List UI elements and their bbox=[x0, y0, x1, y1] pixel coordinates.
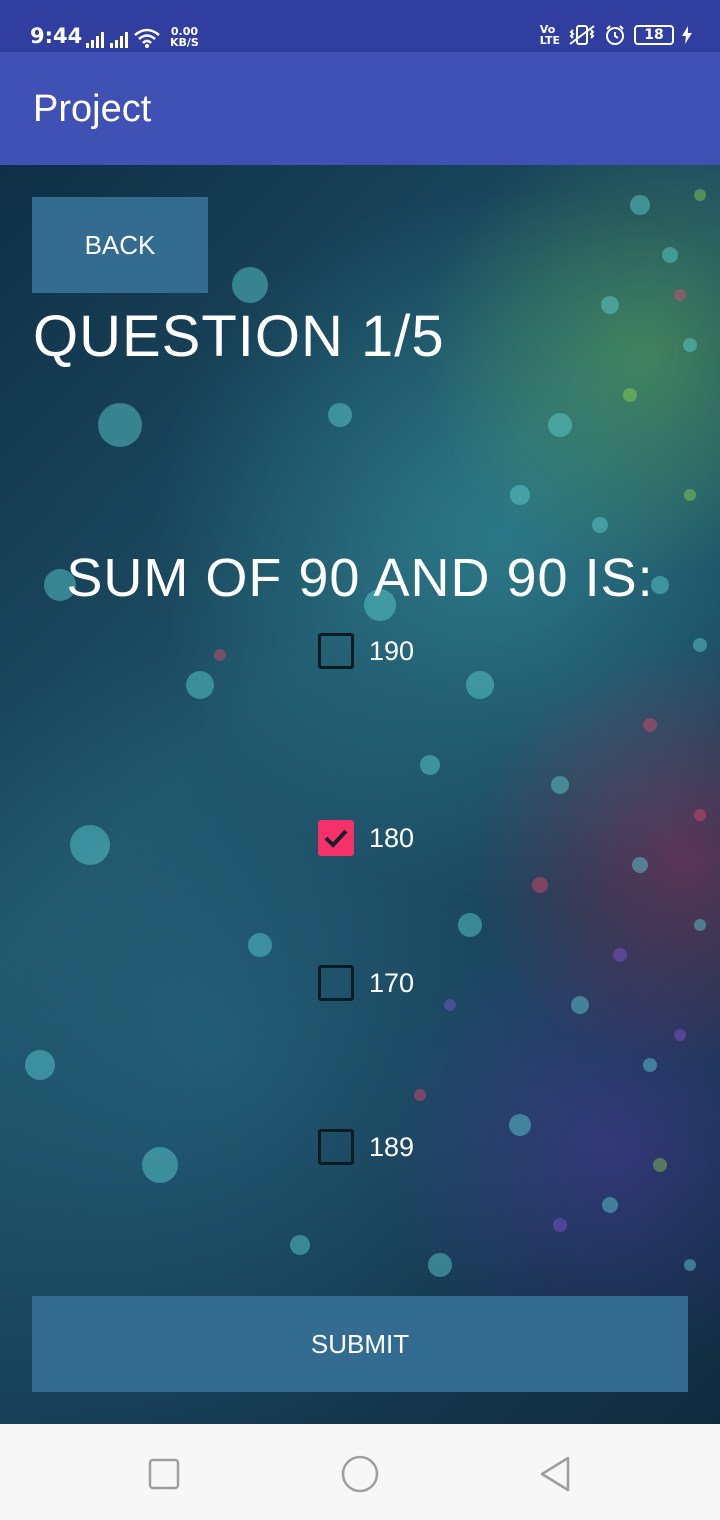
status-bar: 9:44 0.00 KB/S Vo LTE 18 bbox=[0, 0, 720, 52]
option-label: 180 bbox=[369, 822, 415, 853]
check-icon bbox=[324, 829, 348, 848]
alarm-icon bbox=[606, 25, 624, 45]
back-button[interactable]: BACK bbox=[32, 197, 208, 293]
quiz-content: BACK QUESTION 1/5 SUM OF 90 AND 90 IS: 1… bbox=[0, 165, 720, 1424]
question-counter: QUESTION 1/5 bbox=[33, 304, 445, 369]
status-left-icons: 0.00 KB/S bbox=[86, 24, 199, 48]
checkbox[interactable] bbox=[318, 965, 354, 1001]
net-speed: 0.00 KB/S bbox=[170, 26, 199, 48]
circle-icon[interactable] bbox=[340, 1454, 380, 1494]
vibrate-icon bbox=[569, 25, 595, 45]
net-speed-unit: KB/S bbox=[170, 36, 199, 49]
status-time: 9:44 bbox=[30, 24, 83, 48]
navigation-bar bbox=[0, 1424, 720, 1520]
app-title: Project bbox=[33, 88, 152, 130]
volte-icon: Vo LTE bbox=[540, 24, 560, 46]
square-icon[interactable] bbox=[144, 1454, 184, 1494]
option-label: 170 bbox=[369, 967, 415, 998]
signal-2-icon bbox=[110, 30, 128, 48]
app-bar: Project bbox=[0, 52, 720, 165]
triangle-back-icon[interactable] bbox=[536, 1454, 576, 1494]
battery-icon: 18 bbox=[634, 25, 674, 45]
volte-bottom: LTE bbox=[539, 34, 560, 47]
question-text: SUM OF 90 AND 90 IS: bbox=[66, 548, 654, 608]
signal-1-icon bbox=[86, 30, 104, 48]
status-right-icons: Vo LTE 18 bbox=[540, 22, 692, 48]
option-190[interactable]: 190 bbox=[318, 633, 414, 669]
checkbox-checked[interactable] bbox=[318, 820, 354, 856]
option-label: 190 bbox=[369, 635, 415, 666]
wifi-icon bbox=[134, 28, 160, 48]
submit-button[interactable]: SUBMIT bbox=[32, 1296, 688, 1392]
checkbox[interactable] bbox=[318, 633, 354, 669]
charging-icon bbox=[682, 26, 692, 44]
option-170[interactable]: 170 bbox=[318, 965, 414, 1001]
option-189[interactable]: 189 bbox=[318, 1129, 414, 1165]
checkbox[interactable] bbox=[318, 1129, 354, 1165]
option-180[interactable]: 180 bbox=[318, 820, 414, 856]
option-label: 189 bbox=[369, 1131, 415, 1162]
